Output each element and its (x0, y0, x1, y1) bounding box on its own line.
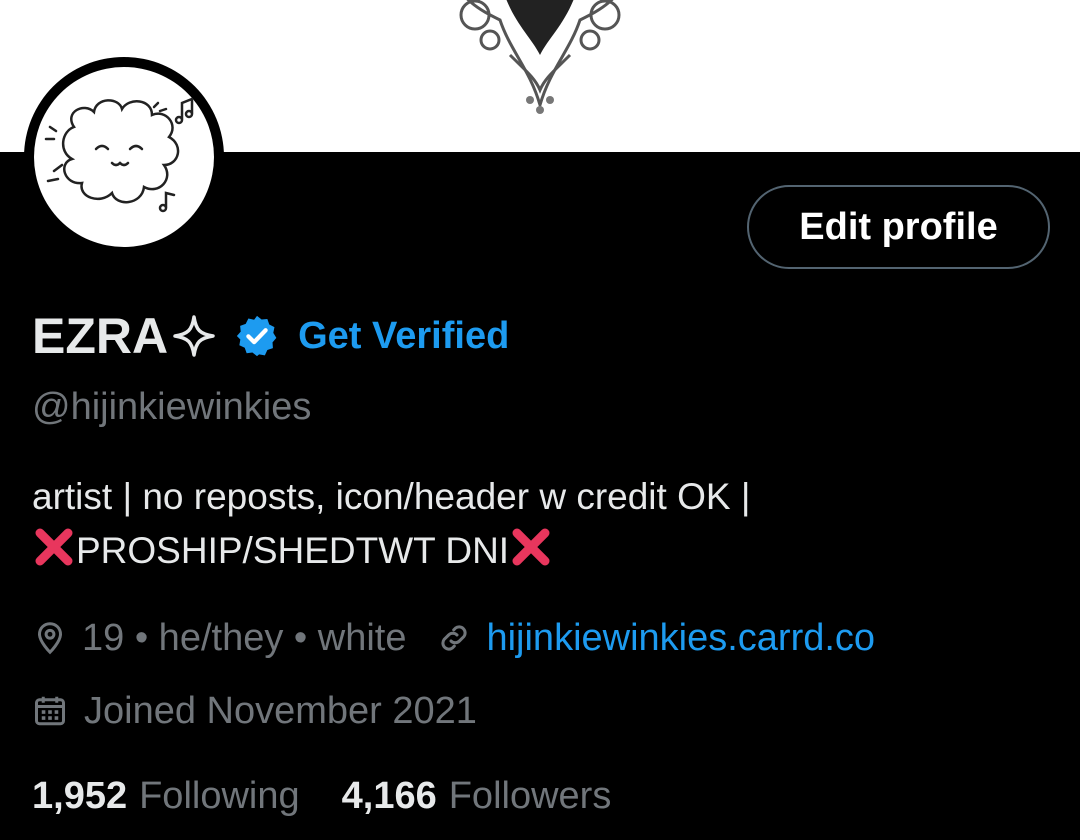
cross-mark-emoji (35, 528, 73, 566)
profile-bio: artist | no reposts, icon/header w credi… (32, 470, 1032, 578)
profile-name-row: EZRA Get Verified (32, 304, 509, 368)
fluffy-sheep-drawing (44, 97, 194, 213)
link-icon (441, 625, 468, 651)
joined-row: Joined November 2021 (32, 685, 477, 737)
edit-profile-button[interactable]: Edit profile (747, 185, 1050, 269)
following-label: Following (139, 774, 300, 817)
follow-stats: 1,952 Following 4,166 Followers (32, 770, 611, 822)
profile-avatar[interactable] (24, 57, 224, 257)
display-name: EZRA (32, 308, 169, 364)
location-text: 19 • he/they • white (82, 616, 407, 659)
following-count: 1,952 (32, 774, 128, 817)
bio-line-1: artist | no reposts, icon/header w credi… (32, 476, 751, 517)
verified-badge-icon[interactable] (234, 313, 280, 359)
ornate-heart-banner-art (459, 0, 621, 114)
followers-label: Followers (448, 774, 612, 817)
sparkle-icon (173, 315, 215, 357)
followers-count: 4,166 (341, 774, 437, 817)
profile-handle: @hijinkiewinkies (32, 386, 312, 428)
get-verified-link[interactable]: Get Verified (298, 315, 509, 358)
profile-meta-row: 19 • he/they • white hijinkiewinkies.car… (32, 612, 875, 664)
joined-text: Joined November 2021 (84, 689, 477, 732)
website-link[interactable]: hijinkiewinkies.carrd.co (486, 617, 875, 660)
cross-mark-emoji (512, 528, 550, 566)
calendar-icon (35, 696, 65, 726)
bio-line-2: PROSHIP/SHEDTWT DNI (32, 524, 1032, 578)
bio-line-2-text: PROSHIP/SHEDTWT DNI (76, 530, 510, 571)
following-stat[interactable]: 1,952 Following (32, 775, 300, 818)
followers-stat[interactable]: 4,166 Followers (342, 775, 612, 818)
location-pin-icon (37, 622, 63, 655)
